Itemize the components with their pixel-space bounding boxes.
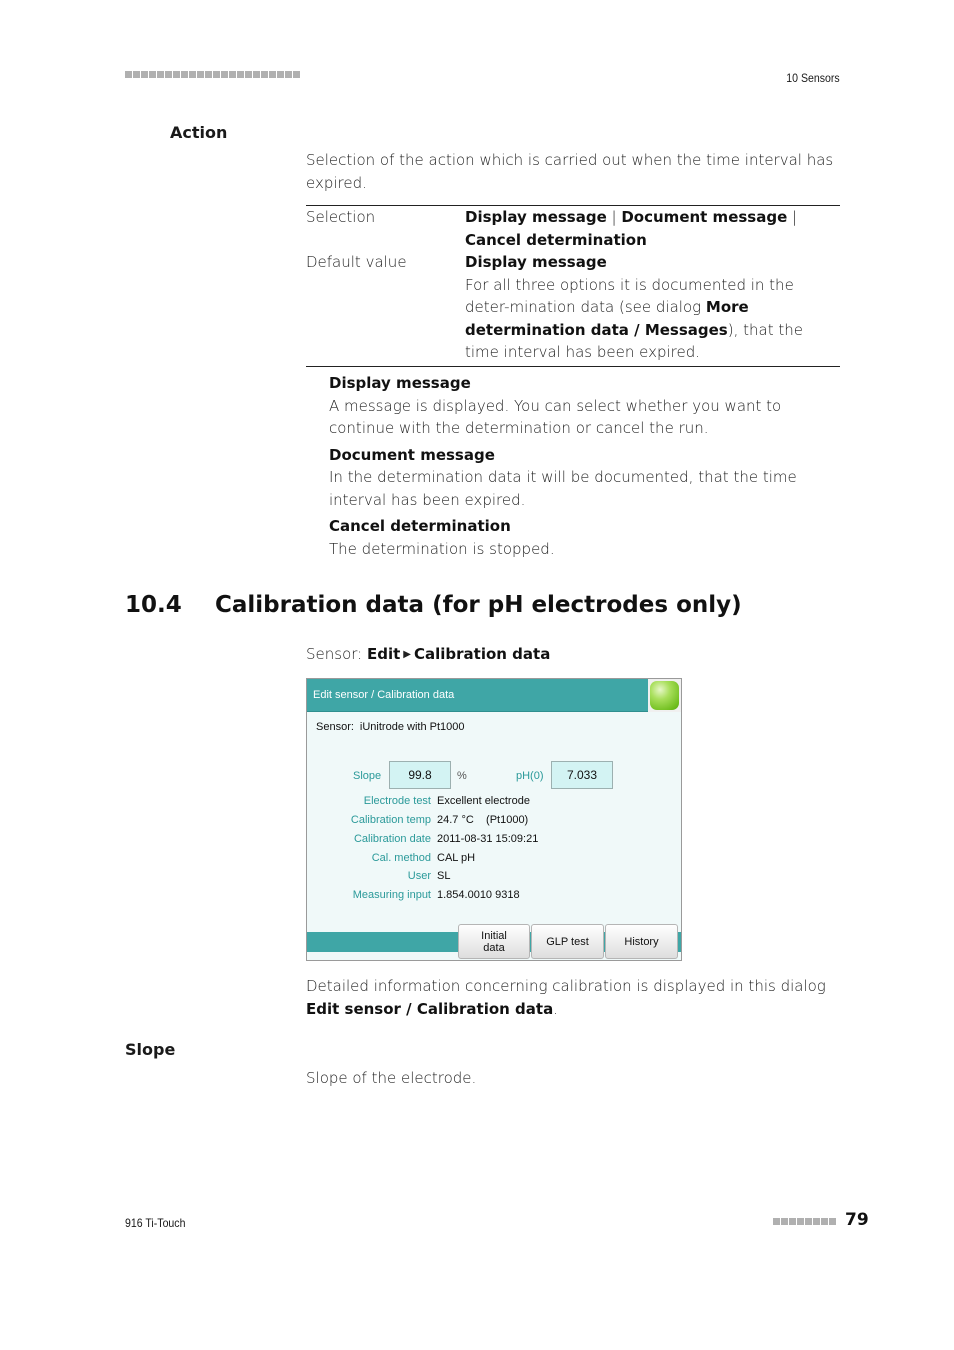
option-display-message: Display message A message is displayed. … <box>329 374 782 437</box>
info-row-user: User SL <box>407 870 451 882</box>
parameter-table: Selection Display message | Document mes… <box>306 205 840 367</box>
sensor-label: Sensor: <box>316 721 354 733</box>
action-heading: Action <box>170 123 228 142</box>
separator: | <box>606 208 622 226</box>
detail-description: Detailed information concerning calibrat… <box>306 977 826 1018</box>
selection-row: Selection Display message | Document mes… <box>306 206 840 251</box>
footer-product-name: 916 Ti-Touch <box>125 1216 186 1230</box>
history-button[interactable]: History <box>605 924 678 959</box>
info-row-calibration-temp: Calibration temp 24.7 °C (Pt1000) <box>350 814 529 826</box>
selection-label: Selection <box>306 208 376 226</box>
info-row-calibration-date: Calibration date 2011-08-31 15:09:21 <box>353 833 539 845</box>
section-number: 10.4 <box>125 592 182 618</box>
default-label: Default value <box>306 253 407 271</box>
action-description: Selection of the action which is carried… <box>306 151 834 192</box>
selection-values: Display message | Document message | Can… <box>465 206 840 251</box>
slope-field[interactable]: 99.8 <box>389 761 451 789</box>
header-decoration-dots <box>125 71 300 78</box>
slope-heading: Slope <box>125 1040 176 1059</box>
info-row-cal-method: Cal. method CAL pH <box>371 852 476 864</box>
info-row-measuring-input: Measuring input 1.854.0010 9318 <box>352 889 520 901</box>
menu-step-edit: Edit <box>366 645 401 663</box>
menu-path: Sensor: Edit ▶ Calibration data <box>306 643 550 667</box>
info-row-electrode-test: Electrode test Excellent electrode <box>363 795 530 807</box>
section-heading: 10.4 Calibration data (for pH electrodes… <box>125 592 742 618</box>
selection-option: Cancel determination <box>465 230 647 249</box>
sensor-value: iUnitrode with Pt1000 <box>359 721 465 733</box>
option-descriptions: Display message A message is displayed. … <box>329 372 844 564</box>
ph0-field[interactable]: 7.033 <box>551 761 613 789</box>
dialog-titlebar: Edit sensor / Calibration data <box>307 679 681 712</box>
dialog-title: Edit sensor / Calibration data <box>313 689 455 701</box>
separator: | <box>787 208 798 226</box>
ph0-label: pH(0) <box>516 770 544 782</box>
calibration-data-dialog: Edit sensor / Calibration data Sensor: iU… <box>306 678 682 961</box>
footer-decoration-dots <box>773 1218 836 1225</box>
selection-option: Document message <box>621 208 788 226</box>
chapter-header: 10 Sensors <box>786 71 840 85</box>
page-number: 79 <box>845 1210 869 1230</box>
default-row: Default value Display message For all th… <box>306 251 840 364</box>
arrow-right-icon: ▶ <box>403 649 411 660</box>
menu-step-calibration-data: Calibration data <box>413 645 551 663</box>
default-value: Display message <box>465 253 607 271</box>
selection-option: Display message <box>465 208 607 226</box>
section-title: Calibration data (for pH electrodes only… <box>215 592 742 618</box>
home-button-icon <box>650 681 679 710</box>
sensor-line: Sensor: iUnitrode with Pt1000 <box>316 721 464 733</box>
glp-test-button[interactable]: GLP test <box>531 924 604 959</box>
default-note: For all three options it is documented i… <box>465 275 803 362</box>
slope-description: Slope of the electrode. <box>306 1069 477 1087</box>
initial-data-button[interactable]: Initial data <box>458 924 530 959</box>
home-button[interactable] <box>648 679 681 712</box>
slope-label: Slope <box>353 770 382 782</box>
option-cancel-determination: Cancel determination The determination i… <box>329 517 555 558</box>
slope-unit: % <box>457 770 467 782</box>
option-document-message: Document message In the determination da… <box>329 445 797 509</box>
